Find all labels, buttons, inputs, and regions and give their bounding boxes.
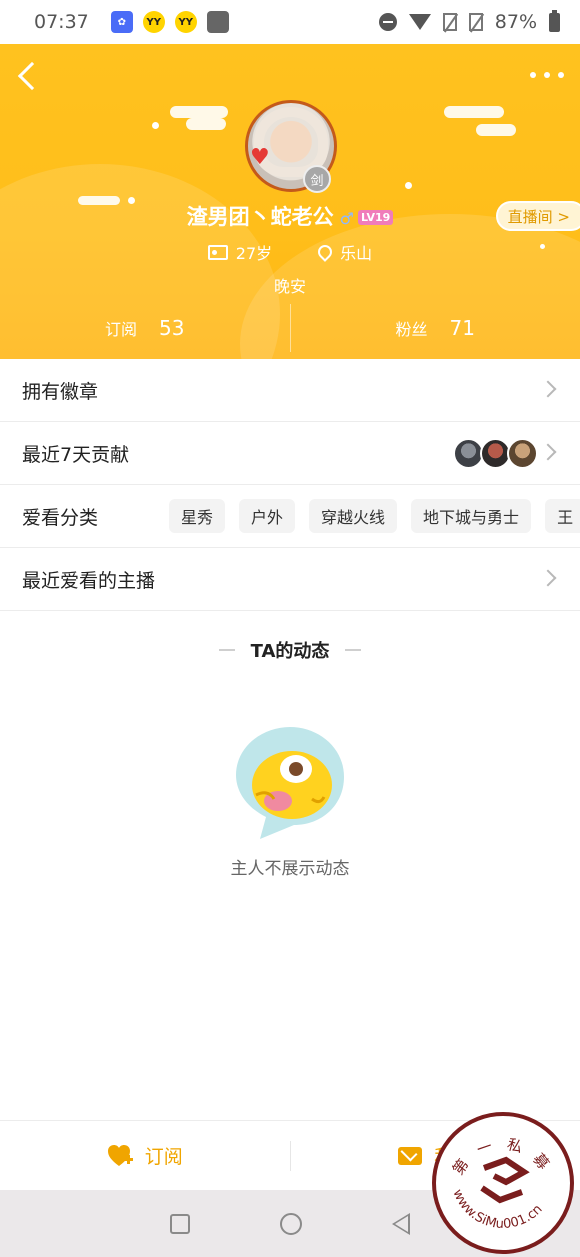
cloud-decoration [170, 106, 228, 118]
wifi-icon [408, 14, 431, 30]
empty-feed-text: 主人不展示动态 [230, 859, 350, 879]
yy-icon: YY [142, 11, 165, 33]
more-dot-icon [558, 72, 564, 78]
category-tag[interactable]: 星秀 [169, 499, 226, 533]
do-not-disturb-icon [378, 13, 397, 31]
cloud-decoration [186, 118, 226, 130]
badges-row[interactable]: 拥有徽章 [0, 359, 580, 422]
flower-app-icon: ✿ [110, 11, 133, 33]
category-tag[interactable]: 地下城与勇士 [411, 499, 532, 533]
gender-male-icon: ♂ [339, 209, 354, 228]
cloud-decoration [444, 106, 504, 118]
heart-badge-icon: ♥ [250, 145, 270, 170]
subscribe-label: 订阅 [144, 1146, 183, 1168]
category-tag[interactable]: 王 [545, 499, 580, 533]
location-text: 乐山 [340, 244, 373, 263]
status-time: 07:37 [34, 11, 89, 33]
live-room-button[interactable]: 直播间 > [495, 201, 580, 231]
feed-title-text: TA的动态 [250, 641, 330, 662]
fans-stat[interactable]: 粉丝 71 [291, 302, 580, 354]
mail-icon [398, 1146, 423, 1165]
row-label: 最近爱看的主播 [22, 569, 156, 592]
contributor-avatars [453, 438, 538, 469]
sword-badge-icon: 剑 [303, 165, 331, 193]
svg-text:第 一 私 募: 第 一 私 募 [449, 1135, 555, 1178]
location-info: 乐山 [315, 240, 373, 264]
id-card-icon [207, 244, 228, 260]
stats-row: 订阅 53 粉丝 71 [0, 302, 580, 354]
profile-list: 拥有徽章 最近7天贡献 爱看分类 星秀 户外 穿越火线 地下城与勇士 王 最近爱… [0, 359, 580, 611]
stat-label: 粉丝 [395, 320, 428, 339]
username: 渣男团丶蛇老公 [186, 205, 334, 229]
chevron-right-icon [539, 569, 557, 587]
no-sim-icon [442, 13, 457, 31]
dot-decoration [152, 122, 159, 129]
watermark-top-text: 第 一 私 募 [449, 1135, 551, 1178]
divider-line [345, 649, 362, 651]
more-dot-icon [544, 72, 550, 78]
recent-apps-button[interactable] [170, 1213, 190, 1234]
svg-text:www.SiMu001.cn: www.SiMu001.cn [449, 1187, 545, 1232]
row-label: 爱看分类 [22, 506, 99, 529]
contributions-row[interactable]: 最近7天贡献 [0, 422, 580, 485]
more-dot-icon [530, 72, 536, 78]
age-info: 27岁 [207, 240, 273, 264]
chevron-right-icon [539, 380, 557, 398]
profile-header: ♥ 剑 渣男团丶蛇老公 ♂ LV19 直播间 > 27岁 乐山 晚安 订阅 53 粉… [0, 44, 580, 359]
stat-count: 53 [159, 316, 185, 340]
dot-decoration [405, 182, 412, 189]
recent-anchors-row[interactable]: 最近爱看的主播 [0, 548, 580, 611]
category-tags: 星秀 户外 穿越火线 地下城与勇士 王 [169, 499, 580, 533]
divider-line [218, 649, 235, 651]
level-badge: LV19 [358, 210, 394, 225]
home-button[interactable] [280, 1212, 302, 1235]
chevron-right-icon [539, 443, 557, 461]
no-sim-icon [468, 13, 483, 31]
heart-plus-icon [107, 1144, 133, 1166]
more-options-button[interactable] [530, 68, 564, 82]
age-text: 27岁 [235, 244, 273, 263]
battery-icon [549, 9, 560, 32]
stat-label: 订阅 [105, 320, 138, 339]
nav-back-button[interactable] [392, 1212, 410, 1235]
info-row: 27岁 乐山 [0, 240, 580, 264]
signature: 晚安 [273, 277, 306, 296]
watermark-logo: 第 一 私 募 www.SiMu001.cn [449, 1135, 555, 1232]
row-label: 最近7天贡献 [22, 443, 130, 466]
feed-title: TA的动态 [0, 637, 580, 663]
stat-count: 71 [449, 316, 475, 340]
status-bar: 07:37 ✿ YY YY 87% [0, 0, 580, 44]
back-button[interactable] [14, 58, 44, 94]
location-pin-icon [315, 242, 336, 262]
watermark-url-text: www.SiMu001.cn [449, 1187, 545, 1232]
category-tag[interactable]: 户外 [239, 499, 296, 533]
mascot-empty-icon [236, 727, 344, 839]
yy-icon: YY [174, 11, 197, 33]
subscriptions-stat[interactable]: 订阅 53 [0, 302, 290, 354]
subscribe-button[interactable]: 订阅 [0, 1142, 290, 1169]
image-icon [206, 11, 229, 33]
username-row: 渣男团丶蛇老公 ♂ LV19 [0, 201, 580, 231]
watermark-seal: 第 一 私 募 www.SiMu001.cn [432, 1112, 574, 1254]
category-tag[interactable]: 穿越火线 [309, 499, 398, 533]
row-label: 拥有徽章 [22, 380, 99, 403]
categories-row: 爱看分类 星秀 户外 穿越火线 地下城与勇士 王 [0, 485, 580, 548]
battery-percent: 87% [494, 11, 537, 33]
contributor-avatar [507, 438, 538, 469]
cloud-decoration [476, 124, 516, 136]
